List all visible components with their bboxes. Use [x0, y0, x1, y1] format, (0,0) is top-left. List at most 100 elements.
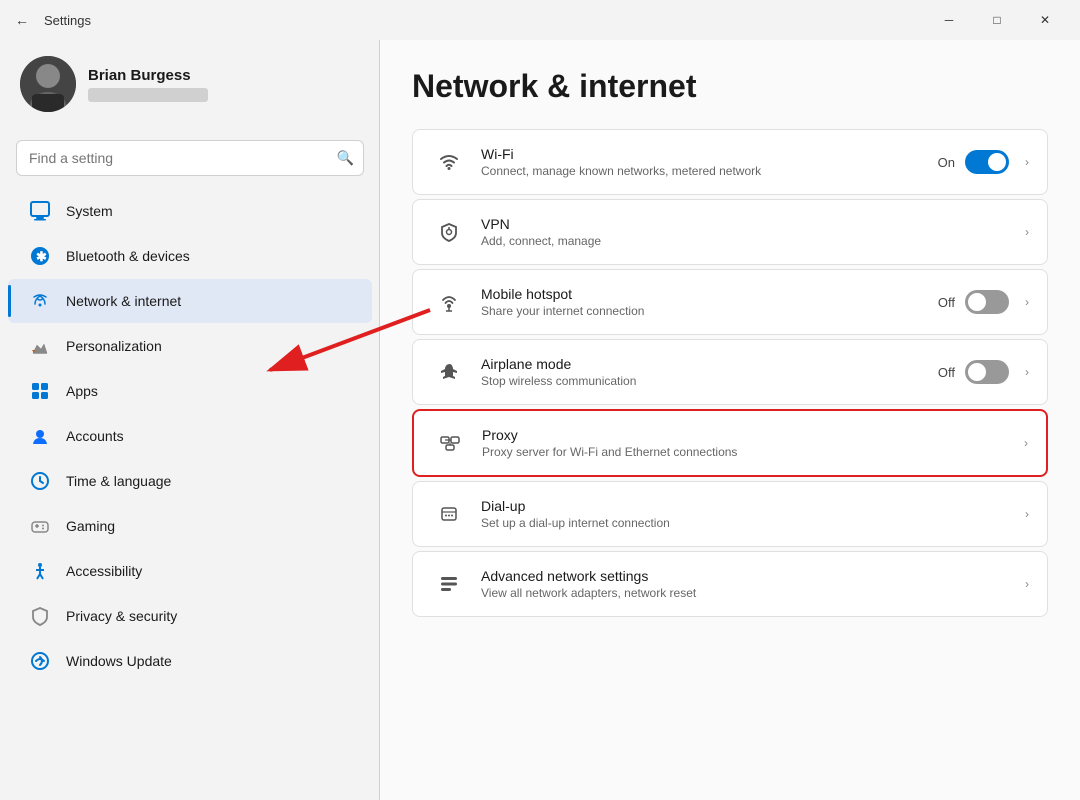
accounts-icon: [28, 424, 52, 448]
sidebar-item-personalization[interactable]: Personalization: [8, 324, 372, 368]
sidebar-item-accessibility[interactable]: Accessibility: [8, 549, 372, 593]
search-container: 🔍: [16, 140, 364, 176]
proxy-text: Proxy Proxy server for Wi-Fi and Ethernet…: [482, 427, 1018, 459]
sidebar-item-label: Gaming: [66, 518, 115, 534]
personalization-icon: [28, 334, 52, 358]
proxy-control: ›: [1018, 436, 1028, 450]
sidebar-item-bluetooth[interactable]: ✱ Bluetooth & devices: [8, 234, 372, 278]
settings-list: Wi-FiConnect, manage known networks, met…: [412, 129, 1048, 617]
advanced-text: Advanced network settingsView all networ…: [481, 568, 1019, 600]
window-controls: ─ □ ✕: [926, 4, 1068, 36]
advanced-title: Advanced network settings: [481, 568, 1019, 584]
setting-card-advanced: Advanced network settingsView all networ…: [412, 551, 1048, 617]
mobile-hotspot-desc: Share your internet connection: [481, 304, 938, 318]
mobile-hotspot-icon: [431, 284, 467, 320]
back-button[interactable]: ←: [8, 6, 36, 34]
wifi-toggle[interactable]: [965, 150, 1009, 174]
sidebar-item-label: Time & language: [66, 473, 171, 489]
dialup-chevron: ›: [1025, 507, 1029, 521]
windows-update-icon: [28, 649, 52, 673]
airplane-mode-status: Off: [938, 365, 955, 380]
wifi-text: Wi-FiConnect, manage known networks, met…: [481, 146, 938, 178]
time-icon: [28, 469, 52, 493]
bluetooth-icon: ✱: [28, 244, 52, 268]
sidebar-item-time[interactable]: Time & language: [8, 459, 372, 503]
setting-item-dialup[interactable]: Dial-up Set up a dial-up internet connect…: [413, 482, 1047, 546]
system-icon: [28, 199, 52, 223]
mobile-hotspot-text: Mobile hotspot Share your internet connec…: [481, 286, 938, 318]
vpn-icon: [431, 214, 467, 250]
vpn-chevron: ›: [1025, 225, 1029, 239]
minimize-button[interactable]: ─: [926, 4, 972, 36]
airplane-mode-toggle[interactable]: [965, 360, 1009, 384]
sidebar-item-label: Accounts: [66, 428, 124, 444]
dialup-desc: Set up a dial-up internet connection: [481, 516, 1019, 530]
dialup-icon: [431, 496, 467, 532]
vpn-control: ›: [1019, 225, 1029, 239]
apps-icon: [28, 379, 52, 403]
mobile-hotspot-chevron: ›: [1025, 295, 1029, 309]
setting-item-mobile-hotspot[interactable]: Mobile hotspot Share your internet connec…: [413, 270, 1047, 334]
sidebar-item-gaming[interactable]: Gaming: [8, 504, 372, 548]
setting-item-airplane-mode[interactable]: Airplane modeStop wireless communication…: [413, 340, 1047, 404]
sidebar-item-privacy[interactable]: Privacy & security: [8, 594, 372, 638]
sidebar-item-label: System: [66, 203, 113, 219]
setting-item-vpn[interactable]: VPN Add, connect, manage ›: [413, 200, 1047, 264]
vpn-title: VPN: [481, 216, 1019, 232]
sidebar-item-label: Apps: [66, 383, 98, 399]
mobile-hotspot-toggle[interactable]: [965, 290, 1009, 314]
wifi-desc: Connect, manage known networks, metered …: [481, 164, 938, 178]
airplane-mode-icon: [431, 354, 467, 390]
airplane-mode-chevron: ›: [1025, 365, 1029, 379]
sidebar-item-windows-update[interactable]: Windows Update: [8, 639, 372, 683]
dialup-text: Dial-up Set up a dial-up internet connect…: [481, 498, 1019, 530]
network-icon: [28, 289, 52, 313]
wifi-icon: [431, 144, 467, 180]
wifi-status: On: [938, 155, 955, 170]
user-info: Brian Burgess: [88, 67, 208, 102]
sidebar-item-label: Windows Update: [66, 653, 172, 669]
airplane-mode-control: Off ›: [938, 360, 1029, 384]
airplane-mode-text: Airplane modeStop wireless communication: [481, 356, 938, 388]
sidebar-item-accounts[interactable]: Accounts: [8, 414, 372, 458]
avatar: [20, 56, 76, 112]
sidebar-item-network[interactable]: Network & internet: [8, 279, 372, 323]
advanced-chevron: ›: [1025, 577, 1029, 591]
setting-card-vpn: VPN Add, connect, manage ›: [412, 199, 1048, 265]
mobile-hotspot-status: Off: [938, 295, 955, 310]
title-bar: ← Settings ─ □ ✕: [0, 0, 1080, 40]
sidebar-item-label: Privacy & security: [66, 608, 177, 624]
gaming-icon: [28, 514, 52, 538]
setting-item-proxy[interactable]: Proxy Proxy server for Wi-Fi and Ethernet…: [414, 411, 1046, 475]
dialup-title: Dial-up: [481, 498, 1019, 514]
close-button[interactable]: ✕: [1022, 4, 1068, 36]
setting-card-proxy: Proxy Proxy server for Wi-Fi and Ethernet…: [412, 409, 1048, 477]
sidebar-item-label: Accessibility: [66, 563, 142, 579]
sidebar-item-label: Personalization: [66, 338, 162, 354]
setting-item-advanced[interactable]: Advanced network settingsView all networ…: [413, 552, 1047, 616]
user-profile[interactable]: Brian Burgess: [0, 40, 380, 128]
proxy-desc: Proxy server for Wi-Fi and Ethernet conn…: [482, 445, 1018, 459]
mobile-hotspot-title: Mobile hotspot: [481, 286, 938, 302]
app-title: Settings: [44, 13, 91, 28]
page-title: Network & internet: [412, 68, 1048, 105]
setting-card-mobile-hotspot: Mobile hotspot Share your internet connec…: [412, 269, 1048, 335]
wifi-control: On›: [938, 150, 1029, 174]
search-input[interactable]: [16, 140, 364, 176]
sidebar-item-label: Bluetooth & devices: [66, 248, 190, 264]
advanced-icon: [431, 566, 467, 602]
privacy-icon: [28, 604, 52, 628]
sidebar-item-system[interactable]: System: [8, 189, 372, 233]
vpn-desc: Add, connect, manage: [481, 234, 1019, 248]
proxy-title: Proxy: [482, 427, 1018, 443]
user-name: Brian Burgess: [88, 67, 208, 84]
sidebar: Brian Burgess 🔍: [0, 40, 380, 700]
sidebar-item-apps[interactable]: Apps: [8, 369, 372, 413]
airplane-mode-title: Airplane mode: [481, 356, 938, 372]
setting-item-wifi[interactable]: Wi-FiConnect, manage known networks, met…: [413, 130, 1047, 194]
maximize-button[interactable]: □: [974, 4, 1020, 36]
advanced-control: ›: [1019, 577, 1029, 591]
accessibility-icon: [28, 559, 52, 583]
dialup-control: ›: [1019, 507, 1029, 521]
setting-card-dialup: Dial-up Set up a dial-up internet connect…: [412, 481, 1048, 547]
